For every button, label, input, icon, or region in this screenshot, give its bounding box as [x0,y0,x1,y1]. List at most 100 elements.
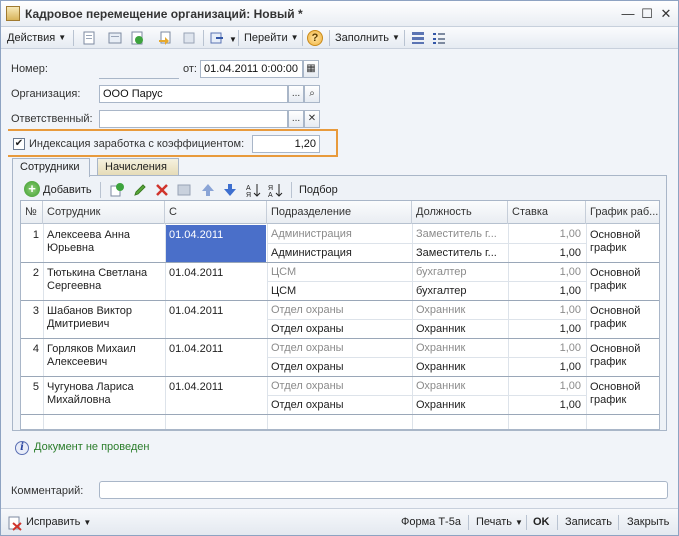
row-divider [21,338,659,339]
employees-table: № Сотрудник С Подразделение Должность Ст… [20,200,660,430]
tab-employees[interactable]: Сотрудники [12,158,90,177]
save-button[interactable]: Записать [565,516,612,528]
employee-name-line2[interactable]: Михайловна [47,394,163,407]
new-rate[interactable]: 1,00 [511,361,581,374]
column-header-number[interactable]: № [21,201,43,224]
from-date[interactable]: 01.04.2011 [169,229,265,242]
document-new-icon[interactable] [81,30,97,46]
list-settings-icon[interactable] [431,30,447,46]
edit-menu[interactable]: Исправить ▼ [26,516,91,528]
column-header-schedule[interactable]: График раб... [586,201,659,224]
sort-descending-icon[interactable]: ЯА [267,182,283,198]
end-edit-icon[interactable] [176,182,192,198]
schedule-line2[interactable]: график [590,394,659,407]
edit-document-icon[interactable] [7,515,23,531]
column-header-from[interactable]: С [165,201,267,224]
calendar-icon[interactable]: ▦ [303,60,319,78]
responsible-select-button[interactable]: ... [288,110,304,128]
new-position[interactable]: бухгалтер [416,285,506,298]
schedule-line1[interactable]: Основной [590,267,659,280]
new-department[interactable]: ЦСМ [271,285,411,298]
column-header-employee[interactable]: Сотрудник [43,201,165,224]
employee-name-line1[interactable]: Тютькина Светлана [47,267,163,280]
new-position[interactable]: Охранник [416,399,506,412]
ok-button[interactable]: OK [533,516,550,528]
employee-name-line2[interactable]: Юрьевна [47,242,163,255]
refresh-document-icon[interactable] [129,30,145,46]
chevron-down-icon[interactable]: ▼ [229,35,237,44]
old-department: Отдел охраны [271,342,344,354]
schedule-line1[interactable]: Основной [590,343,659,356]
employee-name-line1[interactable]: Алексеева Анна [47,229,163,242]
maximize-icon[interactable]: ☐ [638,6,656,22]
info-icon: i [15,441,29,455]
employee-name-line1[interactable]: Чугунова Лариса [47,381,163,394]
schedule-line2[interactable]: график [590,318,659,331]
column-header-department[interactable]: Подразделение [267,201,412,224]
pick-button[interactable]: Подбор [299,182,338,198]
new-department[interactable]: Отдел охраны [271,323,411,336]
new-department[interactable]: Администрация [271,247,411,260]
schedule-line1[interactable]: Основной [590,381,659,394]
print-menu[interactable]: Печать ▼ [476,516,523,528]
unpost-document-icon[interactable] [181,30,197,46]
organization-field[interactable]: ООО Парус [99,85,288,103]
copy-row-icon[interactable] [109,182,125,198]
organization-open-icon[interactable]: ⌕ [304,85,320,103]
schedule-line2[interactable]: график [590,356,659,369]
tab-accruals[interactable]: Начисления [97,158,179,175]
indexation-coefficient-field[interactable]: 1,20 [252,135,320,153]
add-button[interactable]: Добавить [43,182,92,198]
responsible-clear-icon[interactable]: ✕ [304,110,320,128]
fill-menu[interactable]: Заполнить ▼ [335,30,400,46]
new-rate[interactable]: 1,00 [511,323,581,336]
new-rate[interactable]: 1,00 [511,285,581,298]
column-header-rate[interactable]: Ставка [508,201,586,224]
goto-menu[interactable]: Перейти ▼ [244,30,299,46]
from-date[interactable]: 01.04.2011 [169,267,265,280]
new-department[interactable]: Отдел охраны [271,399,411,412]
new-position[interactable]: Охранник [416,361,506,374]
from-date[interactable]: 01.04.2011 [169,381,265,394]
new-rate[interactable]: 1,00 [511,399,581,412]
new-rate[interactable]: 1,00 [511,247,581,260]
date-field[interactable]: 01.04.2011 0:00:00 [200,60,303,78]
copy-document-icon[interactable] [157,30,173,46]
delete-icon[interactable] [154,182,170,198]
organization-select-button[interactable]: ... [288,85,304,103]
from-date[interactable]: 01.04.2011 [169,305,265,318]
indexation-checkbox[interactable]: ✔ [13,138,25,150]
help-icon[interactable]: ? [307,30,323,46]
structure-icon[interactable] [410,30,426,46]
close-icon[interactable]: ✕ [657,6,675,22]
add-icon[interactable]: + [24,181,40,197]
number-field[interactable] [99,61,179,79]
form-t5a-button[interactable]: Форма Т-5а [401,516,461,528]
responsible-field[interactable] [99,110,288,128]
schedule-line1[interactable]: Основной [590,305,659,318]
edit-pencil-icon[interactable] [132,182,148,198]
employee-name-line1[interactable]: Шабанов Виктор [47,305,163,318]
employee-name-line2[interactable]: Сергеевна [47,280,163,293]
close-button[interactable]: Закрыть [627,516,669,528]
move-down-icon[interactable] [222,182,238,198]
new-position[interactable]: Заместитель г... [416,247,506,260]
new-position[interactable]: Охранник [416,323,506,336]
title-bar: Кадровое перемещение организаций: Новый … [1,1,678,27]
column-header-position[interactable]: Должность [412,201,508,224]
actions-menu[interactable]: Действия ▼ [7,30,66,46]
schedule-line2[interactable]: график [590,242,659,255]
from-date[interactable]: 01.04.2011 [169,343,265,356]
comment-field[interactable] [99,481,668,499]
new-department[interactable]: Отдел охраны [271,361,411,374]
sort-ascending-icon[interactable]: АЯ [245,182,261,198]
schedule-line2[interactable]: график [590,280,659,293]
enter-based-icon[interactable] [209,30,225,46]
post-document-icon[interactable] [107,30,123,46]
minimize-icon[interactable]: — [619,6,637,22]
move-up-icon[interactable] [200,182,216,198]
employee-name-line2[interactable]: Алексеевич [47,356,163,369]
employee-name-line1[interactable]: Горляков Михаил [47,343,163,356]
schedule-line1[interactable]: Основной [590,229,659,242]
employee-name-line2[interactable]: Дмитриевич [47,318,163,331]
